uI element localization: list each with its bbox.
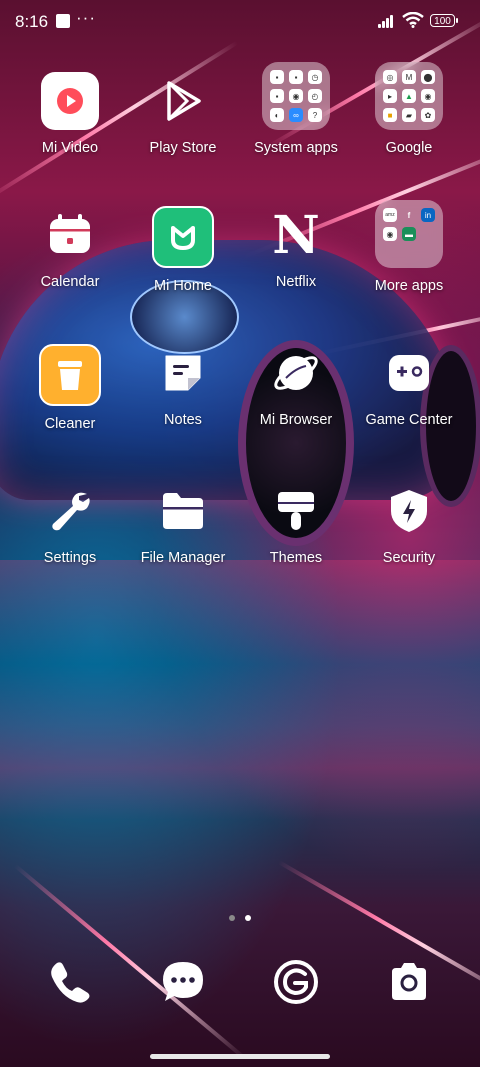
app-label: Settings	[43, 550, 97, 566]
more-notifications-icon: ···	[76, 8, 96, 27]
dock-camera[interactable]	[379, 952, 439, 1012]
clock: 8:16	[15, 12, 49, 31]
browser-g-icon	[274, 960, 318, 1004]
app-settings[interactable]: Settings	[14, 482, 126, 566]
app-label: Themes	[269, 550, 323, 566]
folder-icon: ▪ ▪ ◷ ▪ ◉ ◴ ◐ ∞?	[262, 62, 330, 130]
battery-icon: 100	[430, 14, 458, 27]
app-label: Mi Video	[41, 140, 99, 156]
app-label: Cleaner	[44, 416, 96, 432]
app-label: System apps	[254, 140, 338, 156]
netflix-logo-letter: N	[272, 204, 320, 266]
page-dot[interactable]	[229, 915, 235, 921]
app-label: Play Store	[149, 140, 217, 156]
home-gesture-bar[interactable]	[150, 1054, 330, 1059]
dock-phone[interactable]	[40, 952, 100, 1012]
app-calendar[interactable]: Calendar	[14, 206, 126, 290]
notification-icon	[56, 14, 70, 28]
app-label: Netflix	[275, 274, 317, 290]
folder-google[interactable]: ◎ M ⬤ ▸ ▲ ◉ ■ ▰ ✿ Google	[353, 62, 465, 156]
gamepad-icon	[380, 344, 438, 402]
calendar-icon	[41, 206, 99, 264]
dock-browser[interactable]	[266, 952, 326, 1012]
status-bar: 8:16 ··· 100	[0, 0, 480, 44]
shield-icon	[380, 482, 438, 540]
folder-icon: amz f in ◉ ▬	[375, 200, 443, 268]
app-mi-video[interactable]: Mi Video	[14, 72, 126, 156]
app-label: Calendar	[40, 274, 100, 290]
cellular-signal-icon	[378, 14, 398, 28]
messages-icon	[163, 962, 203, 1001]
notes-icon	[154, 344, 212, 402]
cleaner-icon	[39, 344, 101, 406]
mi-video-icon	[41, 72, 99, 130]
mi-home-icon	[152, 206, 214, 268]
page-dot-active[interactable]	[245, 915, 251, 921]
play-store-icon	[154, 72, 212, 130]
wrench-icon	[41, 482, 99, 540]
camera-icon	[392, 963, 426, 1000]
app-label: Security	[382, 550, 436, 566]
app-mi-home[interactable]: Mi Home	[127, 206, 239, 294]
netflix-icon: N	[267, 204, 325, 266]
app-label: Game Center	[365, 412, 453, 428]
app-label: Mi Home	[153, 278, 212, 294]
app-label: More apps	[374, 278, 444, 294]
folder-icon: ◎ M ⬤ ▸ ▲ ◉ ■ ▰ ✿	[375, 62, 443, 130]
app-themes[interactable]: Themes	[240, 482, 352, 566]
app-label: Google	[385, 140, 433, 156]
folder-files-icon	[154, 482, 212, 540]
app-security[interactable]: Security	[353, 482, 465, 566]
app-game-center[interactable]: Game Center	[353, 344, 465, 428]
browser-icon	[267, 344, 325, 402]
app-netflix[interactable]: N Netflix	[240, 204, 352, 291]
app-label: File Manager	[140, 550, 226, 566]
folder-more-apps[interactable]: amz f in ◉ ▬ More apps	[353, 200, 465, 294]
floor-reflection	[0, 560, 480, 820]
app-notes[interactable]: Notes	[127, 344, 239, 428]
wifi-icon	[402, 12, 424, 28]
app-file-manager[interactable]: File Manager	[127, 482, 239, 566]
phone-icon	[51, 962, 90, 1003]
dock-messages[interactable]	[153, 952, 213, 1012]
app-label: Notes	[164, 412, 202, 428]
app-label: Mi Browser	[259, 412, 333, 428]
app-cleaner[interactable]: Cleaner	[14, 344, 126, 432]
page-indicator	[0, 908, 480, 926]
app-play-store[interactable]: Play Store	[127, 72, 239, 156]
paintbrush-icon	[267, 482, 325, 540]
app-mi-browser[interactable]: Mi Browser	[240, 344, 352, 428]
folder-system-apps[interactable]: ▪ ▪ ◷ ▪ ◉ ◴ ◐ ∞? System apps	[240, 62, 352, 156]
